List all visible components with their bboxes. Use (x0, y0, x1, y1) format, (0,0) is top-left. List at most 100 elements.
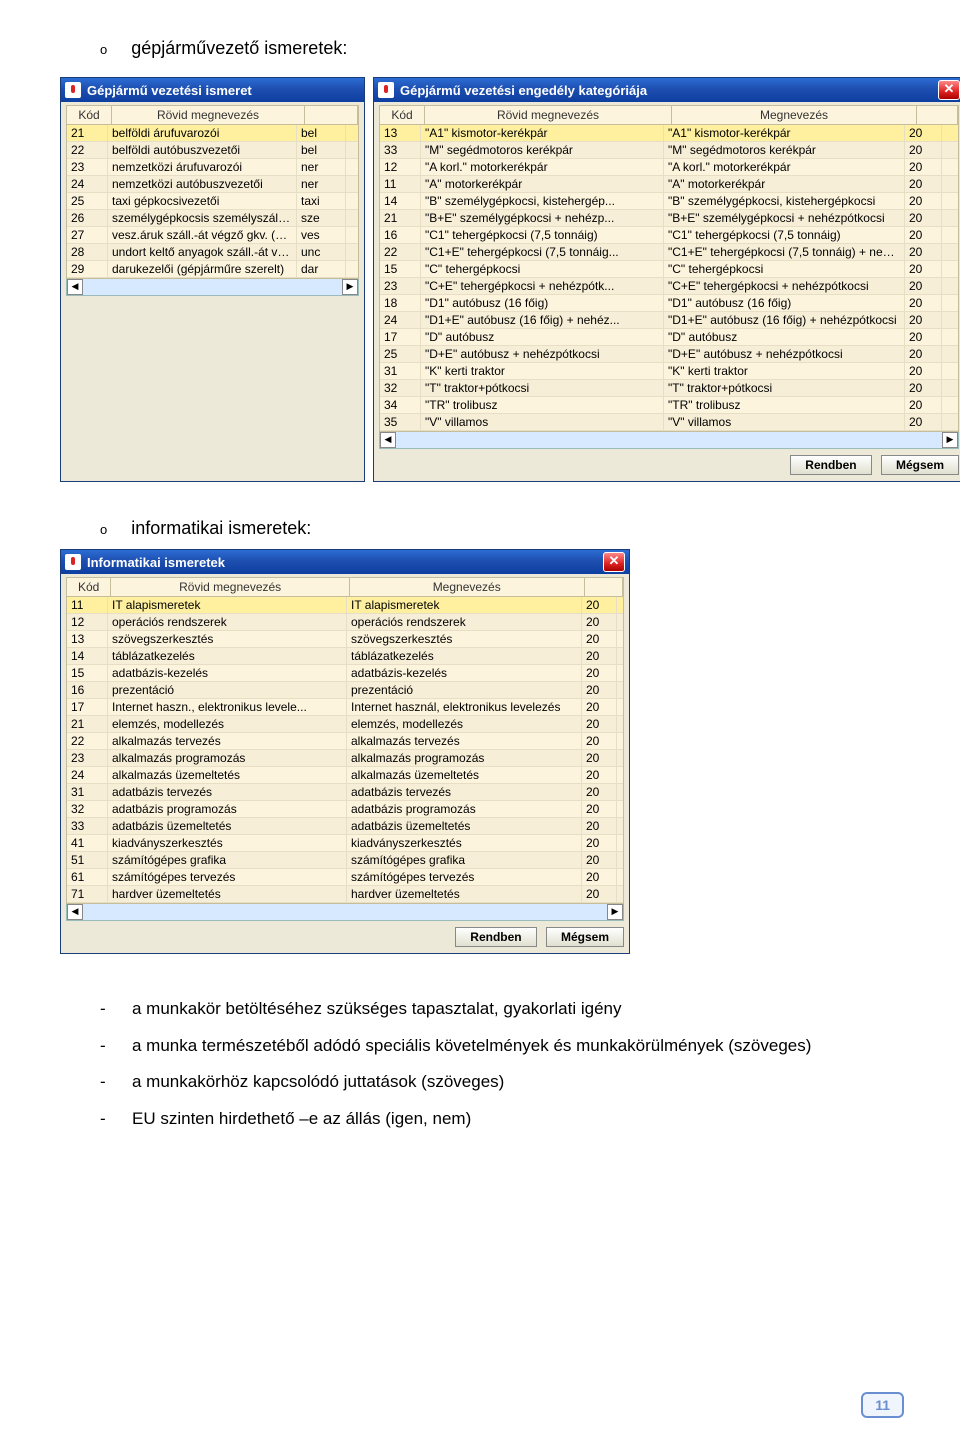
table-row[interactable]: 33"M" segédmotoros kerékpár"M" segédmoto… (380, 142, 958, 159)
table-row[interactable]: 31adatbázis tervezésadatbázis tervezés20 (67, 784, 623, 801)
table-row[interactable]: 22belföldi autóbuszvezetőibel (67, 142, 358, 159)
table-row[interactable]: 11IT alapismeretekIT alapismeretek20 (67, 597, 623, 614)
cell: 15 (67, 665, 108, 681)
table-row[interactable]: 16prezentációprezentáció20 (67, 682, 623, 699)
col-meg[interactable]: Megnevezés (672, 106, 917, 124)
scroll-right-icon[interactable]: ▶ (342, 279, 358, 295)
cancel-button[interactable]: Mégsem (546, 927, 624, 947)
table-row[interactable]: 21belföldi árufuvarozóibel (67, 125, 358, 142)
cell: IT alapismeretek (108, 597, 347, 613)
table-row[interactable]: 15adatbázis-kezelésadatbázis-kezelés20 (67, 665, 623, 682)
cell: számítógépes grafika (108, 852, 347, 868)
col-meg[interactable]: Megnevezés (350, 578, 585, 596)
table-row[interactable]: 17"D" autóbusz"D" autóbusz20 (380, 329, 958, 346)
titlebar[interactable]: Informatikai ismeretek ✕ (61, 550, 629, 574)
table-row[interactable]: 26személygépkocsis személyszállítóisze (67, 210, 358, 227)
table-row[interactable]: 23alkalmazás programozásalkalmazás progr… (67, 750, 623, 767)
table-row[interactable]: 24alkalmazás üzemeltetésalkalmazás üzeme… (67, 767, 623, 784)
table-row[interactable]: 16"C1" tehergépkocsi (7,5 tonnáig)"C1" t… (380, 227, 958, 244)
table-row[interactable]: 25taxi gépkocsivezetőitaxi (67, 193, 358, 210)
table-row[interactable]: 23"C+E" tehergépkocsi + nehézpótk..."C+E… (380, 278, 958, 295)
cell: "TR" trolibusz (421, 397, 664, 413)
cell: 28 (67, 244, 108, 260)
col-kod[interactable]: Kód (380, 106, 425, 124)
table-row[interactable]: 21"B+E" személygépkocsi + nehézp..."B+E"… (380, 210, 958, 227)
cell: adatbázis tervezés (347, 784, 582, 800)
table-row[interactable]: 29darukezelői (gépjárműre szerelt)dar (67, 261, 358, 278)
table-row[interactable]: 21elemzés, modellezéselemzés, modellezés… (67, 716, 623, 733)
cell: 29 (67, 261, 108, 277)
cell: "D+E" autóbusz + nehézpótkocsi (421, 346, 664, 362)
table-row[interactable]: 61számítógépes tervezésszámítógépes terv… (67, 869, 623, 886)
table-row[interactable]: 13"A1" kismotor-kerékpár"A1" kismotor-ke… (380, 125, 958, 142)
heading-inf: informatikai ismeretek: (131, 518, 311, 539)
table-row[interactable]: 33adatbázis üzemeltetésadatbázis üzemelt… (67, 818, 623, 835)
table-row[interactable]: 32"T" traktor+pótkocsi"T" traktor+pótkoc… (380, 380, 958, 397)
col-rov[interactable]: Rövid megnevezés (112, 106, 305, 124)
scroll-right-icon[interactable]: ▶ (607, 904, 623, 920)
col-kod[interactable]: Kód (67, 106, 112, 124)
table-row[interactable]: 25"D+E" autóbusz + nehézpótkocsi"D+E" au… (380, 346, 958, 363)
table-row[interactable]: 14táblázatkezeléstáblázatkezelés20 (67, 648, 623, 665)
table-row[interactable]: 23nemzetközi árufuvarozóiner (67, 159, 358, 176)
close-icon[interactable]: ✕ (938, 80, 960, 100)
ok-button[interactable]: Rendben (790, 455, 871, 475)
horizontal-scrollbar[interactable]: ◀ ▶ (66, 904, 624, 921)
scroll-right-icon[interactable]: ▶ (942, 432, 958, 448)
cell: "C1" tehergépkocsi (7,5 tonnáig) (664, 227, 905, 243)
dash: - (100, 1031, 112, 1062)
horizontal-scrollbar[interactable]: ◀ ▶ (66, 279, 359, 296)
table-row[interactable]: 17Internet haszn., elektronikus levele..… (67, 699, 623, 716)
table-row[interactable]: 31"K" kerti traktor"K" kerti traktor20 (380, 363, 958, 380)
table-row[interactable]: 34"TR" trolibusz"TR" trolibusz20 (380, 397, 958, 414)
table-row[interactable]: 27vesz.áruk száll.-át végző gkv. (ADR)ve… (67, 227, 358, 244)
table-row[interactable]: 13szövegszerkesztésszövegszerkesztés20 (67, 631, 623, 648)
scroll-left-icon[interactable]: ◀ (380, 432, 396, 448)
col-r[interactable] (917, 106, 958, 124)
table-row[interactable]: 41kiadványszerkesztéskiadványszerkesztés… (67, 835, 623, 852)
cancel-button[interactable]: Mégsem (881, 455, 959, 475)
table-row[interactable]: 51számítógépes grafikaszámítógépes grafi… (67, 852, 623, 869)
col-rov[interactable]: Rövid megnevezés (111, 578, 350, 596)
titlebar[interactable]: Gépjármű vezetési ismeret (61, 78, 364, 102)
table-row[interactable]: 71hardver üzemeltetéshardver üzemeltetés… (67, 886, 623, 903)
cell: 20 (582, 665, 617, 681)
cell: prezentáció (108, 682, 347, 698)
list-item: -EU szinten hirdethető –e az állás (igen… (100, 1104, 900, 1135)
window-veh-ismeret: Gépjármű vezetési ismeret Kód Rövid megn… (60, 77, 365, 482)
scroll-left-icon[interactable]: ◀ (67, 279, 83, 295)
dash: - (100, 1104, 112, 1135)
table-row[interactable]: 14"B" személygépkocsi, kistehergép..."B"… (380, 193, 958, 210)
table-row[interactable]: 28undort keltő anyagok száll.-át végz...… (67, 244, 358, 261)
col-rov[interactable]: Rövid megnevezés (425, 106, 672, 124)
cell: 20 (905, 227, 942, 243)
cell: táblázatkezelés (347, 648, 582, 664)
table-row[interactable]: 11"A" motorkerékpár"A" motorkerékpár20 (380, 176, 958, 193)
table-row[interactable]: 22"C1+E" tehergépkocsi (7,5 tonnáig..."C… (380, 244, 958, 261)
close-icon[interactable]: ✕ (603, 552, 625, 572)
cell: 20 (905, 261, 942, 277)
horizontal-scrollbar[interactable]: ◀ ▶ (379, 432, 959, 449)
table-row[interactable]: 32adatbázis programozásadatbázis program… (67, 801, 623, 818)
table-row[interactable]: 18"D1" autóbusz (16 főig)"D1" autóbusz (… (380, 295, 958, 312)
scroll-left-icon[interactable]: ◀ (67, 904, 83, 920)
titlebar[interactable]: Gépjármű vezetési engedély kategóriája ✕ (374, 78, 960, 102)
table-row[interactable]: 24nemzetközi autóbuszvezetőiner (67, 176, 358, 193)
table-row[interactable]: 22alkalmazás tervezésalkalmazás tervezés… (67, 733, 623, 750)
table-row[interactable]: 24"D1+E" autóbusz (16 főig) + nehéz..."D… (380, 312, 958, 329)
cell: Internet haszn., elektronikus levele... (108, 699, 347, 715)
table-row[interactable]: 35"V" villamos"V" villamos20 (380, 414, 958, 431)
window-veh-kategoria: Gépjármű vezetési engedély kategóriája ✕… (373, 77, 960, 482)
cell: 20 (582, 648, 617, 664)
col-r[interactable] (585, 578, 624, 596)
cell: adatbázis üzemeltetés (347, 818, 582, 834)
col-kod[interactable]: Kód (67, 578, 111, 596)
cell: 20 (582, 750, 617, 766)
cell: 20 (905, 397, 942, 413)
col-extra[interactable] (305, 106, 358, 124)
table-row[interactable]: 12operációs rendszerekoperációs rendszer… (67, 614, 623, 631)
table-row[interactable]: 15"C" tehergépkocsi"C" tehergépkocsi20 (380, 261, 958, 278)
table-row[interactable]: 12"A korl." motorkerékpár"A korl." motor… (380, 159, 958, 176)
cell: 20 (582, 886, 617, 902)
ok-button[interactable]: Rendben (455, 927, 536, 947)
